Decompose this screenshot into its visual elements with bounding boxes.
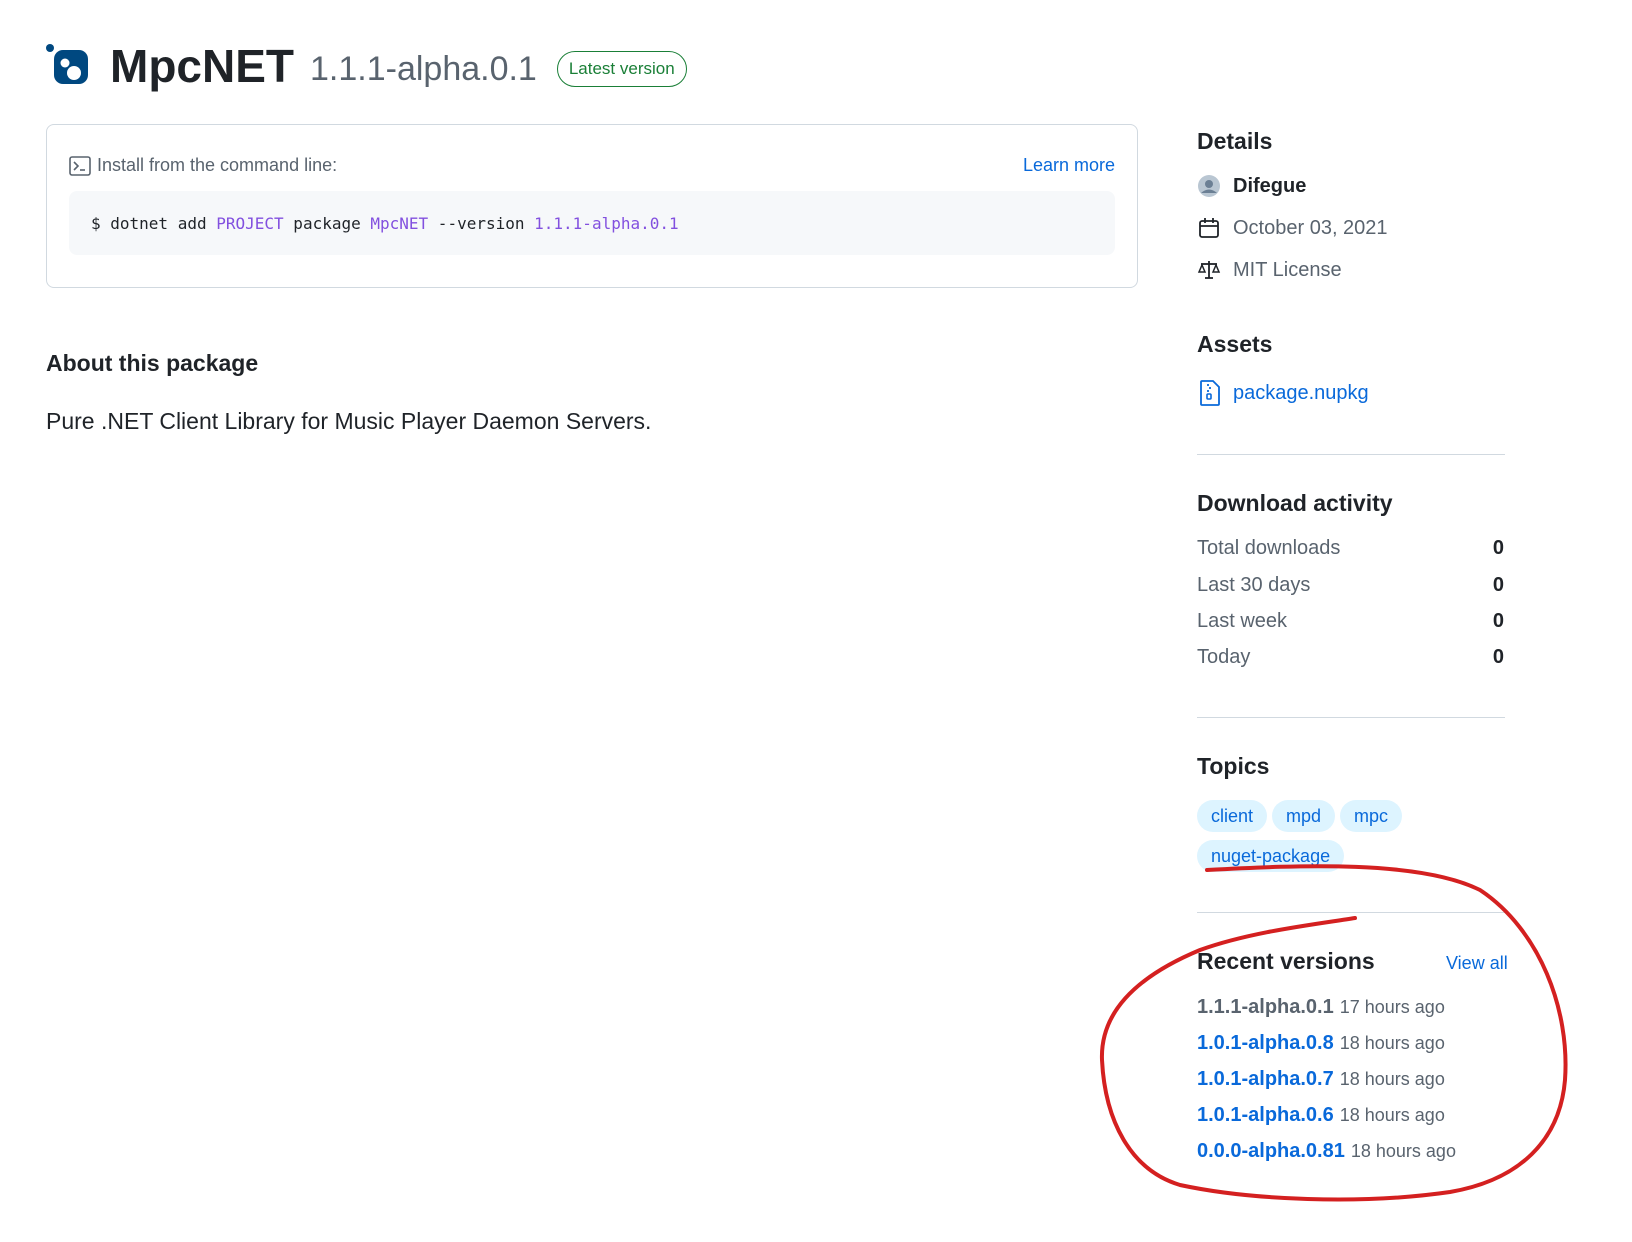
version-row: 0.0.0-alpha.0.81 18 hours ago [1197,1140,1456,1163]
stat-value: 0 [1492,537,1504,559]
topic-client[interactable]: client [1197,800,1268,832]
version-link[interactable]: 1.0.1-alpha.0.7 [1197,1068,1334,1091]
latest-version-badge: Latest version [556,51,687,87]
version-time: 17 hours ago [1339,997,1445,1017]
author-row[interactable]: Difegue [1197,174,1306,198]
version-link[interactable]: 1.0.1-alpha.0.8 [1197,1032,1334,1055]
details-title: Details [1197,128,1273,154]
install-heading: Install from the command line: [69,155,337,176]
stat-value: 0 [1492,646,1504,668]
version-row: 1.0.1-alpha.0.7 18 hours ago [1197,1068,1445,1091]
nuget-package-icon [46,44,90,88]
asset-item[interactable]: package.nupkg [1199,380,1369,406]
package-name: MpcNET [110,40,294,92]
divider [1197,717,1505,718]
view-all-link[interactable]: View all [1446,953,1508,974]
assets-title: Assets [1197,331,1273,357]
publish-date: October 03, 2021 [1233,216,1388,239]
recent-versions-title: Recent versions [1197,948,1375,974]
stat-value: 0 [1492,610,1504,632]
version-time: 18 hours ago [1339,1105,1445,1125]
topic-mpd[interactable]: mpd [1272,800,1336,832]
command-prefix: $ dotnet add [91,213,217,233]
version-row: 1.0.1-alpha.0.6 18 hours ago [1197,1104,1445,1127]
package-version: 1.1.1-alpha.0.1 [310,49,537,88]
topics-title: Topics [1197,753,1270,779]
stat-today: Today 0 [1197,646,1504,669]
version-link[interactable]: 1.0.1-alpha.0.6 [1197,1104,1334,1127]
avatar [1198,175,1220,197]
version-row: 1.0.1-alpha.0.8 18 hours ago [1197,1032,1445,1055]
version-link[interactable]: 0.0.0-alpha.0.81 [1197,1140,1345,1163]
stat-total-downloads: Total downloads 0 [1197,537,1504,560]
author-name: Difegue [1233,174,1307,197]
stat-label: Last 30 days [1197,574,1311,596]
install-command[interactable]: $ dotnet add PROJECT package MpcNET --ve… [69,191,1115,255]
version-row: 1.1.1-alpha.0.1 17 hours ago [1197,996,1445,1019]
file-zip-icon [1200,380,1220,406]
license-row: MIT License [1197,258,1342,282]
command-version: 1.1.1-alpha.0.1 [534,213,679,233]
asset-file-link[interactable]: package.nupkg [1233,382,1369,405]
divider [1197,454,1505,455]
divider [1197,912,1505,913]
package-header: MpcNET 1.1.1-alpha.0.1 Latest version [46,34,687,98]
version-time: 18 hours ago [1339,1033,1445,1053]
command-project: PROJECT [216,213,284,233]
install-box: Install from the command line: Learn mor… [46,124,1138,288]
stat-value: 0 [1492,574,1504,596]
learn-more-link[interactable]: Learn more [1023,155,1115,176]
topic-nuget-package[interactable]: nuget-package [1197,840,1345,872]
stat-label: Last week [1197,610,1288,632]
command-package: MpcNET [370,213,429,233]
stat-label: Today [1197,646,1251,668]
about-description: Pure .NET Client Library for Music Playe… [46,408,652,434]
license-name: MIT License [1233,258,1342,281]
about-title: About this package [46,350,259,376]
install-label: Install from the command line: [97,155,338,175]
terminal-icon [69,155,91,176]
stat-last-30-days: Last 30 days 0 [1197,574,1504,597]
version-current: 1.1.1-alpha.0.1 [1197,996,1334,1018]
topic-mpc[interactable]: mpc [1340,800,1403,832]
version-time: 18 hours ago [1350,1141,1456,1161]
calendar-icon [1199,218,1219,238]
command-mid: package [283,213,371,233]
date-row: October 03, 2021 [1197,216,1388,240]
law-scale-icon [1197,261,1221,279]
stat-last-week: Last week 0 [1197,610,1504,633]
download-activity-title: Download activity [1197,490,1393,516]
version-time: 18 hours ago [1339,1069,1445,1089]
stat-label: Total downloads [1197,537,1341,559]
command-flag: --version [428,213,535,233]
